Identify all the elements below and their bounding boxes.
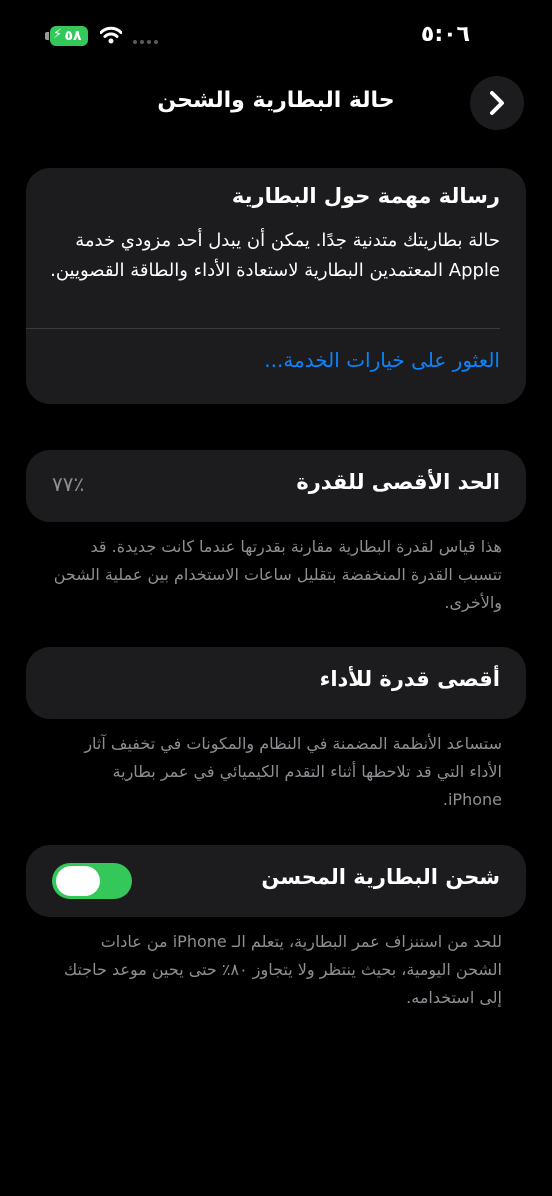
chevron-right-icon: [490, 91, 504, 115]
battery-cap: [45, 32, 49, 40]
divider: [26, 328, 500, 329]
find-service-options-link[interactable]: العثور على خيارات الخدمة...: [264, 348, 500, 372]
optimized-charging-toggle[interactable]: [52, 863, 132, 899]
peak-performance-label: أقصى قدرة للأداء: [319, 667, 500, 691]
peak-performance-row[interactable]: أقصى قدرة للأداء: [26, 647, 526, 719]
maximum-capacity-row: الحد الأقصى للقدرة ٪٧٧: [26, 450, 526, 522]
toggle-knob: [56, 866, 100, 896]
peak-performance-footnote: ستساعد الأنظمة المضمنة في النظام والمكون…: [84, 734, 502, 809]
important-message-card: رسالة مهمة حول البطارية حالة بطاريتك متد…: [26, 168, 526, 404]
maximum-capacity-footnote: هذا قياس لقدرة البطارية مقارنة بقدرتها ع…: [53, 537, 502, 612]
back-button[interactable]: [470, 76, 524, 130]
optimized-charging-row: شحن البطارية المحسن: [26, 845, 526, 917]
cellular-signal-icon: [133, 40, 158, 44]
maximum-capacity-label: الحد الأقصى للقدرة: [296, 470, 500, 494]
maximum-capacity-value: ٪٧٧: [52, 472, 85, 496]
optimized-charging-footnote: للحد من استنزاف عمر البطارية، يتعلم الـ …: [63, 932, 502, 1007]
status-time: ٥:٠٦: [420, 22, 470, 47]
message-title: رسالة مهمة حول البطارية: [231, 184, 500, 208]
bolt-icon: ⚡: [53, 27, 63, 42]
optimized-charging-label: شحن البطارية المحسن: [261, 865, 500, 889]
wifi-icon: [100, 26, 122, 44]
battery-charging-icon: ⚡ ٥٨: [50, 26, 88, 46]
message-body: حالة بطاريتك متدنية جدًا. يمكن أن يبدل أ…: [50, 230, 500, 281]
battery-level: ٥٨: [64, 28, 82, 44]
